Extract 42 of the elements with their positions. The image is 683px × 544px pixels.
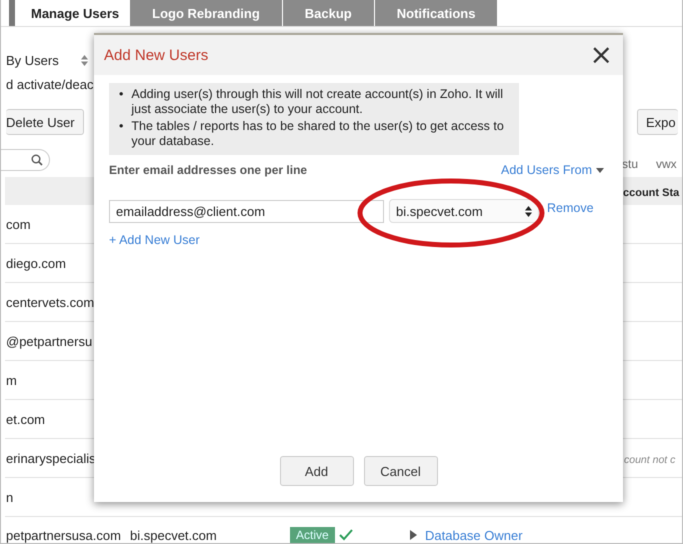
table-cell: count not c (624, 454, 676, 466)
add-users-from-dropdown[interactable]: Add Users From (501, 163, 604, 177)
updown-arrow-icon (525, 206, 532, 216)
column-header: ccount Sta (623, 186, 680, 198)
export-button[interactable]: Expo (637, 109, 678, 135)
table-cell-text: bi.specvet.com (130, 528, 218, 542)
field-label: Enter email addresses one per line (109, 163, 308, 177)
info-text: The tables / reports has to be shared to the user(s) to get access to your database. (131, 119, 505, 149)
bullet: • (119, 87, 124, 103)
alphabet-link[interactable]: vwx (656, 157, 677, 171)
table-cell: diego.com (6, 256, 66, 270)
description-text: d activate/deac (6, 76, 93, 92)
alphabet-link[interactable]: stu (622, 157, 638, 171)
table-cell: @petpartnersu (6, 334, 92, 348)
add-new-user-link[interactable]: + Add New User (109, 233, 200, 247)
domain-select[interactable]: bi.specvet.com (389, 199, 539, 223)
bullet: • (119, 119, 124, 135)
table-cell: petpartnersusa.com (6, 528, 121, 542)
close-button[interactable]: × (588, 41, 615, 69)
dialog-button[interactable]: Add (280, 456, 354, 486)
table-cell: n (6, 490, 14, 504)
check-icon (338, 529, 353, 541)
status-badge: Active (290, 527, 335, 543)
search-icon (31, 154, 43, 166)
table-cell: et.com (6, 412, 46, 426)
caret-icon (596, 168, 604, 172)
remove-link[interactable]: Remove (547, 201, 594, 215)
table-cell: m (6, 372, 17, 388)
table-cell: erinaryspecialis (6, 450, 96, 466)
caret-icon (410, 530, 417, 540)
dialog-title: Add New Users (104, 46, 208, 64)
search-field[interactable] (1, 149, 50, 171)
info-text: Adding user(s) through this will not create account(s) in Zoho. It will just associate the user(s) to your account. (131, 87, 504, 117)
tab-edge (9, 0, 15, 26)
role-link[interactable]: Database Owner (425, 528, 523, 542)
delete-user-button[interactable]: Delete User (6, 109, 84, 135)
email-input[interactable]: emailaddress@client.com (109, 200, 384, 222)
table-cell: centervets.com (6, 294, 94, 310)
filter-select[interactable]: By Users (6, 52, 88, 68)
updown-arrow-icon (81, 54, 88, 66)
dialog-button[interactable]: Cancel (364, 456, 438, 486)
table-cell: com (6, 216, 31, 232)
